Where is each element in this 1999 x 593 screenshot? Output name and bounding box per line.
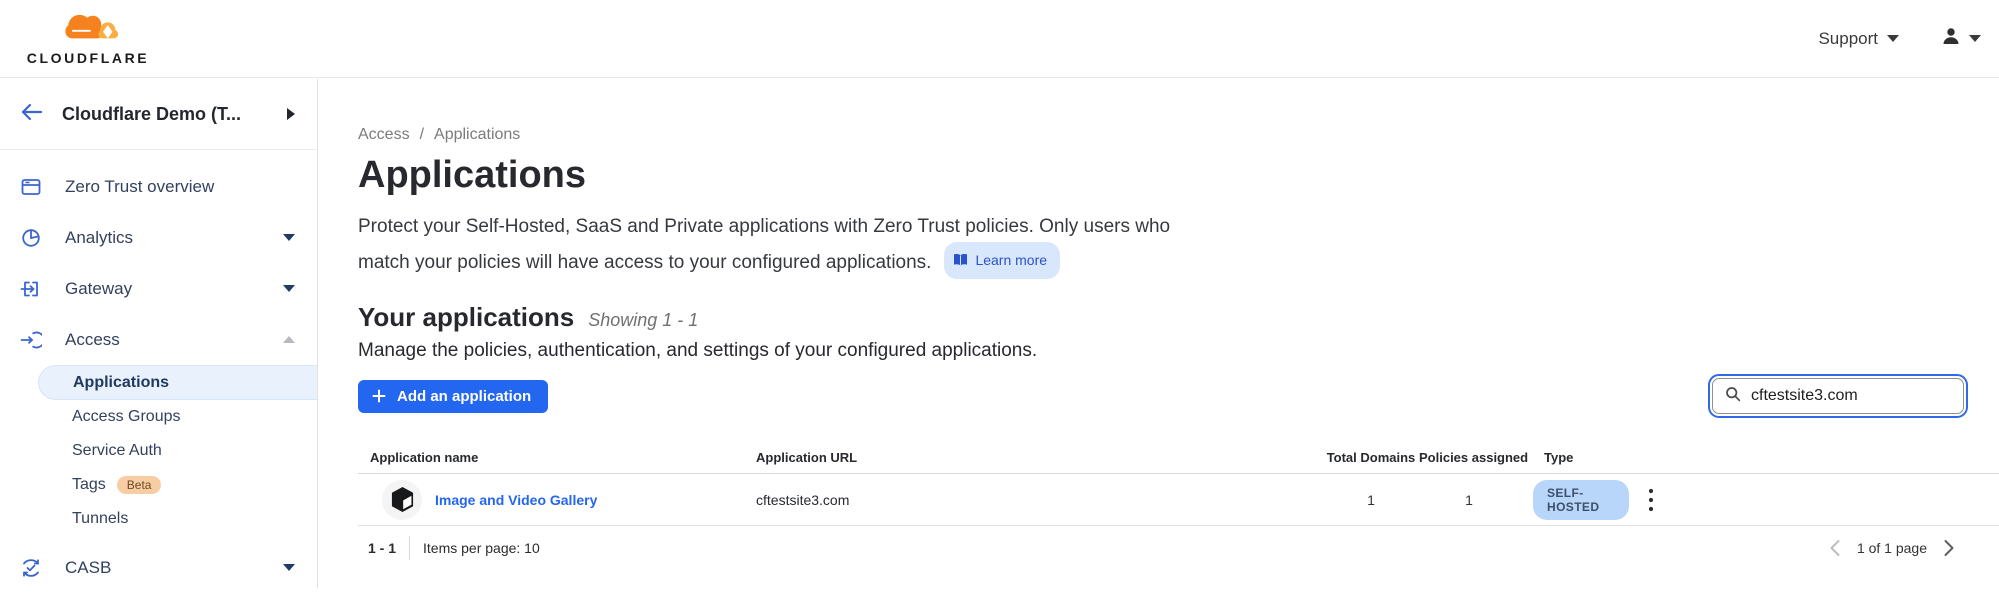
- chevron-down-icon[interactable]: [283, 234, 295, 241]
- previous-page-icon[interactable]: [1829, 539, 1841, 557]
- sidebar-subitem-label: Applications: [73, 374, 169, 392]
- chevron-down-icon: [1887, 35, 1899, 42]
- sidebar-item-tunnels[interactable]: Tunnels: [0, 502, 317, 536]
- breadcrumb-separator: /: [420, 126, 424, 144]
- cloudflare-cloud-icon: [52, 12, 124, 49]
- add-application-label: Add an application: [397, 388, 531, 405]
- policies-assigned-cell: 1: [1419, 492, 1519, 508]
- sidebar-item-gateway[interactable]: Gateway: [0, 263, 317, 314]
- pagination-divider: [409, 536, 410, 560]
- cloudflare-logo-text: CLOUDFLARE: [27, 50, 149, 66]
- main-content: Access / Applications Applications Prote…: [319, 79, 1999, 588]
- description-line-1: Protect your Self-Hosted, SaaS and Priva…: [358, 212, 1968, 242]
- user-icon: [1941, 26, 1961, 51]
- sidebar-item-tags[interactable]: Tags Beta: [0, 468, 317, 502]
- support-menu[interactable]: Support: [1818, 29, 1899, 49]
- items-range: 1 - 1: [368, 540, 396, 556]
- page-description: Protect your Self-Hosted, SaaS and Priva…: [358, 212, 1968, 279]
- sidebar-item-zero-trust-overview[interactable]: Zero Trust overview: [0, 161, 317, 212]
- sidebar-subitem-label: Service Auth: [72, 442, 162, 460]
- sidebar-nav: Zero Trust overview Analytics Gateway: [0, 150, 317, 593]
- sidebar-item-label: CASB: [65, 558, 111, 578]
- access-login-icon: [20, 329, 42, 351]
- sidebar-item-analytics[interactable]: Analytics: [0, 212, 317, 263]
- chevron-up-icon[interactable]: [283, 336, 295, 343]
- analytics-pie-icon: [20, 227, 42, 249]
- row-actions-kebab-icon[interactable]: [1629, 474, 1673, 525]
- column-header-application-name: Application name: [358, 450, 756, 465]
- application-link[interactable]: Image and Video Gallery: [435, 492, 597, 508]
- page-status: 1 of 1 page: [1857, 540, 1927, 556]
- app-cube-icon: [382, 480, 422, 520]
- showing-count: Showing 1 - 1: [588, 310, 698, 331]
- add-application-button[interactable]: Add an application: [358, 380, 548, 413]
- sidebar-subitem-label: Tags: [72, 476, 106, 494]
- beta-badge: Beta: [117, 476, 162, 494]
- applications-table: Application name Application URL Total D…: [358, 441, 1999, 526]
- breadcrumb: Access / Applications: [358, 126, 1968, 144]
- table-row: Image and Video Gallery cftestsite3.com …: [358, 474, 1999, 526]
- table-header-row: Application name Application URL Total D…: [358, 441, 1999, 474]
- sidebar-subitem-label: Tunnels: [72, 510, 128, 528]
- pagination-left: 1 - 1 Items per page: 10: [368, 536, 540, 560]
- chevron-down-icon[interactable]: [283, 285, 295, 292]
- account-name: Cloudflare Demo (T...: [62, 104, 241, 125]
- application-name-cell: Image and Video Gallery: [358, 480, 756, 520]
- breadcrumb-access[interactable]: Access: [358, 126, 410, 144]
- chevron-down-icon: [1969, 35, 1981, 42]
- column-header-application-url: Application URL: [756, 450, 1323, 465]
- expand-account-menu-icon[interactable]: [287, 108, 295, 120]
- casb-icon: [20, 557, 42, 579]
- breadcrumb-current: Applications: [434, 126, 520, 144]
- items-per-page: Items per page: 10: [423, 540, 540, 556]
- back-arrow-icon[interactable]: [20, 102, 44, 127]
- top-header: CLOUDFLARE Support: [0, 0, 1999, 78]
- total-domains-cell: 1: [1323, 492, 1419, 508]
- sidebar-item-applications[interactable]: Applications: [38, 365, 317, 400]
- topbar-actions: Support: [1818, 26, 1981, 51]
- gateway-icon: [20, 278, 42, 300]
- sidebar-item-casb[interactable]: CASB: [0, 542, 317, 593]
- cloudflare-logo[interactable]: CLOUDFLARE: [20, 12, 156, 66]
- learn-more-label: Learn more: [975, 245, 1047, 275]
- sidebar-subitem-label: Access Groups: [72, 408, 180, 426]
- sidebar-item-access[interactable]: Access: [0, 314, 317, 365]
- toolbar: Add an application: [358, 378, 1968, 414]
- search-box: [1712, 378, 1964, 414]
- application-url-cell: cftestsite3.com: [756, 492, 1323, 508]
- sidebar-item-label: Analytics: [65, 228, 133, 248]
- section-title: Your applications: [358, 302, 574, 333]
- support-label: Support: [1818, 29, 1878, 49]
- section-subtitle: Manage the policies, authentication, and…: [358, 340, 1968, 362]
- search-icon: [1725, 386, 1741, 407]
- search-input[interactable]: [1751, 387, 1951, 405]
- account-switcher: Cloudflare Demo (T...: [0, 79, 317, 150]
- dashboard-icon: [20, 176, 42, 198]
- page-title: Applications: [358, 153, 1968, 197]
- section-header: Your applications Showing 1 - 1: [358, 302, 1968, 333]
- pagination-right: 1 of 1 page: [1829, 539, 1955, 557]
- sidebar-item-service-auth[interactable]: Service Auth: [0, 434, 317, 468]
- type-cell: SELF-HOSTED: [1519, 480, 1629, 520]
- next-page-icon[interactable]: [1943, 539, 1955, 557]
- chevron-down-icon[interactable]: [283, 564, 295, 571]
- column-header-policies-assigned: Policies assigned: [1419, 450, 1519, 465]
- sidebar-item-label: Zero Trust overview: [65, 177, 214, 197]
- type-badge: SELF-HOSTED: [1533, 480, 1629, 520]
- pagination-bar: 1 - 1 Items per page: 10 1 of 1 page: [358, 526, 1999, 569]
- description-line-2: match your policies will have access to …: [358, 252, 931, 273]
- sidebar: Cloudflare Demo (T... Zero Trust overvie…: [0, 79, 318, 588]
- column-header-type: Type: [1519, 450, 1629, 465]
- learn-more-button[interactable]: Learn more: [944, 242, 1060, 279]
- column-header-total-domains: Total Domains: [1323, 450, 1419, 465]
- book-icon: [953, 253, 968, 267]
- plus-icon: [371, 388, 387, 404]
- sidebar-item-label: Access: [65, 330, 120, 350]
- sidebar-item-access-groups[interactable]: Access Groups: [0, 400, 317, 434]
- sidebar-item-label: Gateway: [65, 279, 132, 299]
- user-menu[interactable]: [1941, 26, 1981, 51]
